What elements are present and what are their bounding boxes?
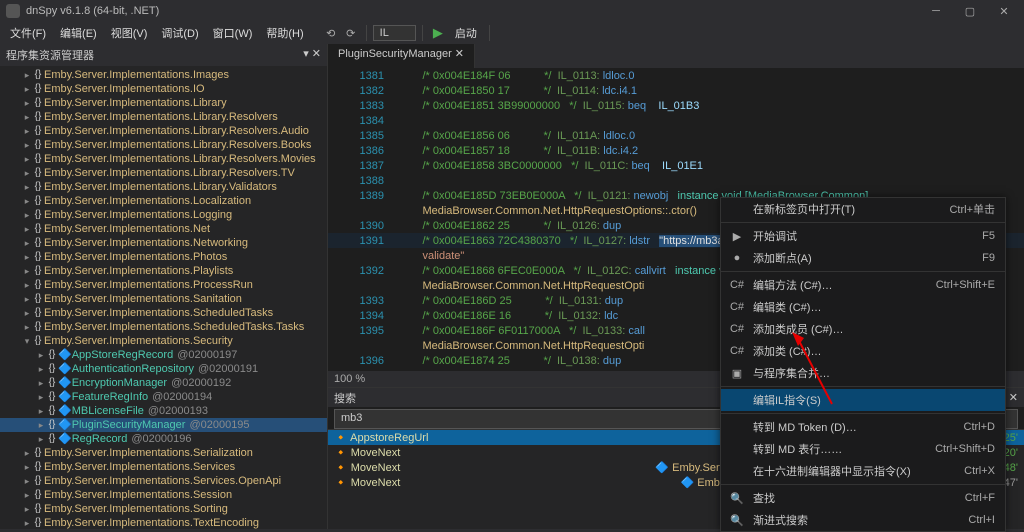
ctx-open-new-tab[interactable]: 在新标签页中打开(T)Ctrl+单击 <box>721 198 1005 220</box>
ctx-inc-search[interactable]: 🔍渐进式搜索Ctrl+I <box>721 509 1005 531</box>
search-title: 搜索 <box>334 390 356 406</box>
csharp-icon: C# <box>729 279 745 291</box>
ctx-goto-md-token[interactable]: 转到 MD Token (D)…Ctrl+D <box>721 416 1005 438</box>
context-menu: 在新标签页中打开(T)Ctrl+单击 ▶开始调试F5 ●添加断点(A)F9 C#… <box>720 197 1006 532</box>
code-line[interactable]: 1381 /* 0x004E184F 06 */ IL_0113: ldloc.… <box>328 68 1024 83</box>
namespace-node[interactable]: ▸{}Emby.Server.Implementations.Library.V… <box>0 180 327 194</box>
start-button[interactable]: 启动 <box>449 23 483 43</box>
app-logo-icon <box>6 4 20 18</box>
ctx-merge-assembly[interactable]: ▣与程序集合并… <box>721 362 1005 384</box>
class-node[interactable]: ▸{}🔷 FeatureRegInfo@02000194 <box>0 390 327 404</box>
namespace-node[interactable]: ▸{}Emby.Server.Implementations.Scheduled… <box>0 320 327 334</box>
namespace-node[interactable]: ▸{}Emby.Server.Implementations.Localizat… <box>0 194 327 208</box>
ctx-start-debug[interactable]: ▶开始调试F5 <box>721 225 1005 247</box>
namespace-node[interactable]: ▸{}Emby.Server.Implementations.Sanitatio… <box>0 292 327 306</box>
csharp-icon: C# <box>729 301 745 313</box>
namespace-node[interactable]: ▸{}Emby.Server.Implementations.Sorting <box>0 502 327 516</box>
namespace-node[interactable]: ▸{}Emby.Server.Implementations.Library.R… <box>0 110 327 124</box>
search-icon: 🔍 <box>729 492 745 505</box>
menu-view[interactable]: 视图(V) <box>105 23 154 43</box>
namespace-node[interactable]: ▸{}Emby.Server.Implementations.Library.R… <box>0 138 327 152</box>
namespace-node[interactable]: ▸{}Emby.Server.Implementations.ProcessRu… <box>0 278 327 292</box>
namespace-node[interactable]: ▸{}Emby.Server.Implementations.Serializa… <box>0 446 327 460</box>
class-node[interactable]: ▸{}🔷 RegRecord@02000196 <box>0 432 327 446</box>
namespace-node[interactable]: ▸{}Emby.Server.Implementations.Networkin… <box>0 236 327 250</box>
minimize-button[interactable]: ─ <box>922 5 950 17</box>
csharp-icon: C# <box>729 345 745 357</box>
ctx-add-member[interactable]: C#添加类成员 (C#)… <box>721 318 1005 340</box>
close-button[interactable]: ✕ <box>990 5 1018 18</box>
menu-window[interactable]: 窗口(W) <box>207 23 259 43</box>
namespace-node[interactable]: ▸{}Emby.Server.Implementations.Scheduled… <box>0 306 327 320</box>
namespace-node[interactable]: ▾{}Emby.Server.Implementations.Security <box>0 334 327 348</box>
class-node[interactable]: ▸{}🔷 EncryptionManager@02000192 <box>0 376 327 390</box>
ctx-find[interactable]: 🔍查找Ctrl+F <box>721 487 1005 509</box>
assembly-explorer: 程序集资源管理器 ▾ ✕ ▸{}Emby.Server.Implementati… <box>0 44 328 529</box>
ctx-edit-il[interactable]: 编辑IL指令(S) <box>721 389 1005 411</box>
ctx-hex-editor[interactable]: 在十六进制编辑器中显示指令(X)Ctrl+X <box>721 460 1005 482</box>
namespace-node[interactable]: ▸{}Emby.Server.Implementations.IO <box>0 82 327 96</box>
namespace-node[interactable]: ▸{}Emby.Server.Implementations.Photos <box>0 250 327 264</box>
code-line[interactable]: 1385 /* 0x004E1856 06 */ IL_011A: ldloc.… <box>328 128 1024 143</box>
namespace-node[interactable]: ▸{}Emby.Server.Implementations.Net <box>0 222 327 236</box>
menu-file[interactable]: 文件(F) <box>4 23 52 43</box>
tab-label: PluginSecurityManager <box>338 48 452 60</box>
menu-edit[interactable]: 编辑(E) <box>54 23 103 43</box>
tabstrip: PluginSecurityManager ✕ <box>328 44 1024 68</box>
class-node[interactable]: ▸{}🔷 AppStoreRegRecord@02000197 <box>0 348 327 362</box>
class-node[interactable]: ▸{}🔷 MBLicenseFile@02000193 <box>0 404 327 418</box>
code-line[interactable]: 1387 /* 0x004E1858 3BC0000000 */ IL_011C… <box>328 158 1024 173</box>
pin-icon[interactable]: ▾ ✕ <box>303 47 321 63</box>
code-line[interactable]: 1384 <box>328 113 1024 128</box>
ctx-edit-method[interactable]: C#编辑方法 (C#)…Ctrl+Shift+E <box>721 274 1005 296</box>
app-title: dnSpy v6.1.8 (64-bit, .NET) <box>26 5 159 17</box>
namespace-node[interactable]: ▸{}Emby.Server.Implementations.Services <box>0 460 327 474</box>
namespace-node[interactable]: ▸{}Emby.Server.Implementations.Library.R… <box>0 166 327 180</box>
menu-debug[interactable]: 调试(D) <box>155 23 204 43</box>
explorer-header: 程序集资源管理器 ▾ ✕ <box>0 44 327 66</box>
titlebar: dnSpy v6.1.8 (64-bit, .NET) ─ ▢ ✕ <box>0 0 1024 22</box>
tree[interactable]: ▸{}Emby.Server.Implementations.Images▸{}… <box>0 66 327 529</box>
tab-plugin-security-manager[interactable]: PluginSecurityManager ✕ <box>328 44 475 68</box>
code-line[interactable]: 1382 /* 0x004E1850 17 */ IL_0114: ldc.i4… <box>328 83 1024 98</box>
code-line[interactable]: 1386 /* 0x004E1857 18 */ IL_011B: ldc.i4… <box>328 143 1024 158</box>
play-icon: ▶ <box>729 230 745 243</box>
maximize-button[interactable]: ▢ <box>956 5 984 18</box>
explorer-title: 程序集资源管理器 <box>6 47 94 63</box>
language-combo[interactable]: IL <box>373 25 416 41</box>
namespace-node[interactable]: ▸{}Emby.Server.Implementations.TextEncod… <box>0 516 327 529</box>
namespace-node[interactable]: ▸{}Emby.Server.Implementations.Playlists <box>0 264 327 278</box>
ctx-add-breakpoint[interactable]: ●添加断点(A)F9 <box>721 247 1005 269</box>
namespace-node[interactable]: ▸{}Emby.Server.Implementations.Session <box>0 488 327 502</box>
tab-close-icon[interactable]: ✕ <box>455 48 464 60</box>
fwd-icon[interactable]: ⟳ <box>342 24 360 42</box>
namespace-node[interactable]: ▸{}Emby.Server.Implementations.Logging <box>0 208 327 222</box>
namespace-node[interactable]: ▸{}Emby.Server.Implementations.Services.… <box>0 474 327 488</box>
csharp-icon: C# <box>729 323 745 335</box>
class-node[interactable]: ▸{}🔷 PluginSecurityManager@02000195 <box>0 418 327 432</box>
class-node[interactable]: ▸{}🔷 AuthenticationRepository@02000191 <box>0 362 327 376</box>
search-icon: 🔍 <box>729 514 745 527</box>
merge-icon: ▣ <box>729 367 745 380</box>
play-icon[interactable]: ▶ <box>429 24 447 42</box>
namespace-node[interactable]: ▸{}Emby.Server.Implementations.Library.R… <box>0 152 327 166</box>
namespace-node[interactable]: ▸{}Emby.Server.Implementations.Library <box>0 96 327 110</box>
ctx-goto-md-table[interactable]: 转到 MD 表行……Ctrl+Shift+D <box>721 438 1005 460</box>
ctx-edit-class[interactable]: C#编辑类 (C#)… <box>721 296 1005 318</box>
back-icon[interactable]: ⟲ <box>322 24 340 42</box>
menu-help[interactable]: 帮助(H) <box>260 23 309 43</box>
menubar: 文件(F) 编辑(E) 视图(V) 调试(D) 窗口(W) 帮助(H) ⟲ ⟳ … <box>0 22 1024 44</box>
code-line[interactable]: 1383 /* 0x004E1851 3B99000000 */ IL_0115… <box>328 98 1024 113</box>
namespace-node[interactable]: ▸{}Emby.Server.Implementations.Images <box>0 68 327 82</box>
breakpoint-icon: ● <box>729 252 745 264</box>
namespace-node[interactable]: ▸{}Emby.Server.Implementations.Library.R… <box>0 124 327 138</box>
code-line[interactable]: 1388 <box>328 173 1024 188</box>
ctx-add-class[interactable]: C#添加类 (C#)… <box>721 340 1005 362</box>
